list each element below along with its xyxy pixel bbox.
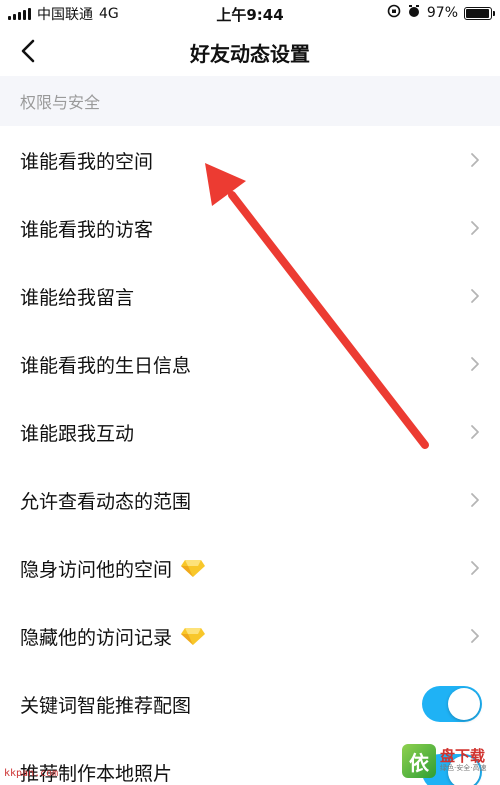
- row-label: 谁能跟我互动: [20, 422, 135, 445]
- settings-list: 谁能看我的空间 谁能看我的访客 谁能给我留言 谁能看我的生日信息 谁能跟我互动 …: [0, 126, 500, 785]
- chevron-right-icon: [468, 355, 482, 373]
- chevron-right-icon: [468, 627, 482, 645]
- row-label: 隐身访问他的空间: [20, 558, 173, 581]
- section-header: 权限与安全: [0, 76, 500, 126]
- row-feed-visibility-range[interactable]: 允许查看动态的范围: [0, 466, 500, 534]
- row-who-can-see-visitors[interactable]: 谁能看我的访客: [0, 194, 500, 262]
- alarm-icon: [407, 4, 421, 22]
- row-who-can-see-space[interactable]: 谁能看我的空间: [0, 126, 500, 194]
- page-title: 好友动态设置: [190, 42, 310, 66]
- row-who-can-see-birthday[interactable]: 谁能看我的生日信息: [0, 330, 500, 398]
- watermark-mark: 依: [402, 744, 436, 778]
- battery-fill: [466, 8, 490, 18]
- watermark-logo: 依 盘下载 绿色·安全·高速: [402, 743, 490, 779]
- battery-icon: [464, 6, 495, 20]
- toggle-knob: [448, 688, 480, 720]
- row-label-container: 隐藏他的访问记录: [20, 623, 468, 650]
- row-label: 关键词智能推荐配图: [20, 694, 192, 717]
- watermark-sub: 绿色·安全·高速: [440, 764, 487, 773]
- chevron-right-icon: [468, 219, 482, 237]
- row-label: 隐藏他的访问记录: [20, 626, 173, 649]
- row-label: 谁能给我留言: [20, 286, 135, 309]
- rotation-lock-icon: [387, 4, 401, 22]
- watermark-site: kkpan.com: [4, 768, 59, 779]
- row-label: 谁能看我的生日信息: [20, 354, 192, 377]
- watermark-text: 盘下载 绿色·安全·高速: [440, 749, 486, 772]
- watermark-main: 盘下载: [440, 747, 486, 766]
- row-stealth-visit[interactable]: 隐身访问他的空间: [0, 534, 500, 602]
- chevron-right-icon: [468, 151, 482, 169]
- chevron-right-icon: [468, 287, 482, 305]
- row-label: 允许查看动态的范围: [20, 490, 192, 513]
- row-who-can-interact[interactable]: 谁能跟我互动: [0, 398, 500, 466]
- row-who-can-leave-message[interactable]: 谁能给我留言: [0, 262, 500, 330]
- row-hide-visit-records[interactable]: 隐藏他的访问记录: [0, 602, 500, 670]
- nav-bar: 好友动态设置: [0, 26, 500, 76]
- row-label-container: 隐身访问他的空间: [20, 555, 468, 582]
- row-label: 推荐制作本地照片: [20, 762, 173, 785]
- status-bar: 中国联通 4G 上午9:44 97%: [0, 0, 500, 26]
- row-label: 谁能看我的空间: [20, 150, 154, 173]
- chevron-right-icon: [468, 491, 482, 509]
- row-keyword-smart-image: 关键词智能推荐配图: [0, 670, 500, 738]
- battery-percent: 97%: [426, 5, 458, 21]
- section-title: 权限与安全: [20, 93, 101, 112]
- chevron-right-icon: [468, 423, 482, 441]
- keyword-image-toggle[interactable]: [422, 686, 482, 722]
- diamond-vip-icon: [181, 560, 206, 577]
- row-label: 谁能看我的访客: [20, 218, 154, 241]
- chevron-right-icon: [468, 559, 482, 577]
- status-right: 97%: [387, 4, 495, 22]
- diamond-vip-icon: [181, 628, 206, 645]
